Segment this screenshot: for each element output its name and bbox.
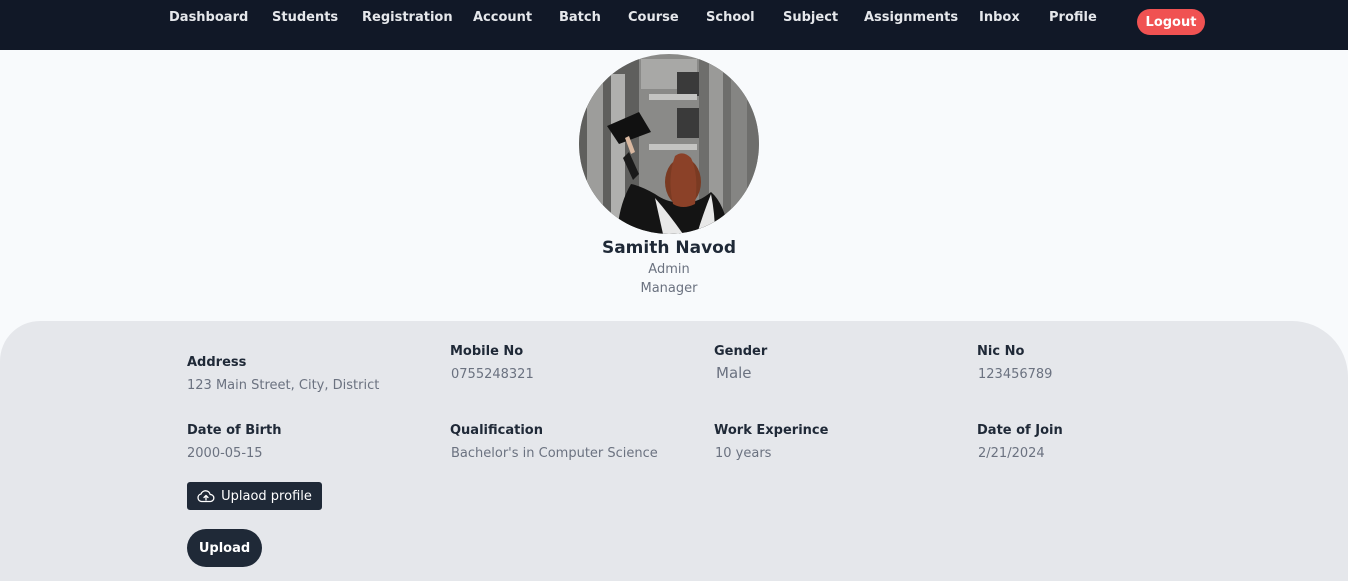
graduate-photo xyxy=(579,54,759,234)
address-label: Address xyxy=(187,355,247,370)
join-date-label: Date of Join xyxy=(977,423,1063,438)
address-value: 123 Main Street, City, District xyxy=(187,378,380,393)
nav-inbox[interactable]: Inbox xyxy=(979,10,1020,25)
mobile-value: 0755248321 xyxy=(451,367,534,382)
profile-role: Admin xyxy=(648,262,690,277)
profile-avatar xyxy=(579,54,759,234)
upload-button[interactable]: Upload xyxy=(187,529,262,567)
mobile-label: Mobile No xyxy=(450,344,524,359)
top-navbar: Dashboard Students Registration Account … xyxy=(0,0,1348,50)
nic-label: Nic No xyxy=(977,344,1025,359)
nic-value: 123456789 xyxy=(978,367,1053,382)
dob-label: Date of Birth xyxy=(187,423,282,438)
nav-course[interactable]: Course xyxy=(628,10,679,25)
upload-profile-label: Uplaod profile xyxy=(221,488,312,504)
gender-label: Gender xyxy=(714,344,768,359)
qualification-label: Qualification xyxy=(450,423,543,438)
nav-subject[interactable]: Subject xyxy=(783,10,838,25)
nav-school[interactable]: School xyxy=(706,10,755,25)
nav-batch[interactable]: Batch xyxy=(559,10,601,25)
nav-registration[interactable]: Registration xyxy=(362,10,453,25)
upload-profile-button[interactable]: Uplaod profile xyxy=(187,482,322,510)
nav-profile[interactable]: Profile xyxy=(1049,10,1097,25)
nav-account[interactable]: Account xyxy=(473,10,532,25)
nav-dashboard[interactable]: Dashboard xyxy=(169,10,248,25)
join-date-value: 2/21/2024 xyxy=(978,446,1045,461)
nav-assignments[interactable]: Assignments xyxy=(864,10,958,25)
experience-value: 10 years xyxy=(715,446,772,461)
profile-position: Manager xyxy=(640,281,698,296)
dob-value: 2000-05-15 xyxy=(187,446,263,461)
logout-button[interactable]: Logout xyxy=(1137,9,1205,35)
qualification-value: Bachelor's in Computer Science xyxy=(451,446,658,461)
nav-students[interactable]: Students xyxy=(272,10,338,25)
experience-label: Work Experince xyxy=(714,423,829,438)
cloud-upload-icon xyxy=(197,490,215,503)
profile-name: Samith Navod xyxy=(601,238,737,258)
gender-value: Male xyxy=(716,364,752,382)
